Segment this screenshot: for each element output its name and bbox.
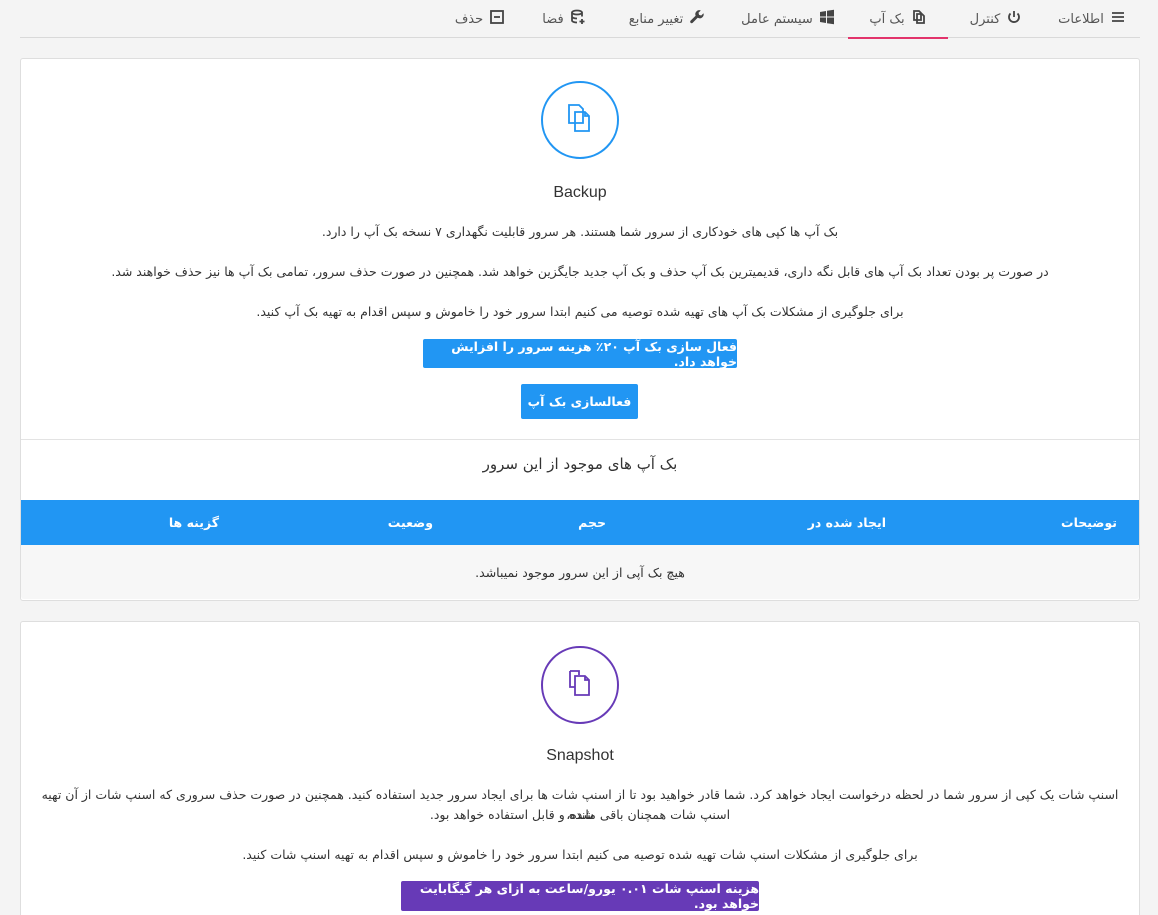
column-size: حجم xyxy=(578,515,606,530)
column-options: گزینه ها xyxy=(168,515,219,530)
power-icon xyxy=(1006,9,1022,29)
column-status: وضعیت xyxy=(387,515,433,530)
copy-icon xyxy=(563,666,597,704)
snapshot-title: Snapshot xyxy=(546,747,614,764)
tab-os[interactable]: سیستم عامل xyxy=(728,0,848,38)
wrench-icon xyxy=(689,9,705,29)
menu-icon xyxy=(1110,9,1126,29)
backup-description-3: برای جلوگیری از مشکلات بک آپ های تهیه شد… xyxy=(256,304,904,319)
backups-empty-text: هیچ بک آپی از این سرور موجود نمیباشد. xyxy=(475,564,685,580)
tab-label: تغییر منابع xyxy=(628,11,684,27)
divider xyxy=(21,439,1139,440)
backup-description-1: بک آپ ها کپی های خودکاری از سرور شما هست… xyxy=(321,224,839,239)
snapshot-cost-notice: هزینه اسنپ شات ۰.۰۱ یورو/ساعت به ازای هر… xyxy=(401,881,759,911)
backup-title: Backup xyxy=(553,184,607,201)
backups-list-title: بک آپ های موجود از این سرور xyxy=(482,455,678,473)
copy-icon xyxy=(563,101,597,139)
copy-icon xyxy=(911,9,927,29)
tab-storage[interactable]: فضا xyxy=(522,0,606,38)
snapshot-icon-circle xyxy=(541,646,619,724)
snapshot-description-1b: اسنپ شات همچنان باقی مانده و قابل استفاد… xyxy=(429,807,731,822)
tab-label: بک آپ xyxy=(869,11,905,27)
server-tabs: اطلاعات کنترل بک آپ سیستم عامل تغییر منا… xyxy=(20,0,1140,39)
column-created-at: ایجاد شده در xyxy=(807,515,886,530)
column-description: توضیحات xyxy=(1061,515,1117,530)
windows-icon xyxy=(819,9,835,29)
backup-icon-circle xyxy=(541,81,619,159)
tab-label: حذف xyxy=(454,11,484,27)
tab-label: فضا xyxy=(542,11,564,27)
tab-control[interactable]: کنترل xyxy=(948,0,1044,38)
tab-delete[interactable]: حذف xyxy=(438,0,522,38)
backups-empty-row: هیچ بک آپی از این سرور موجود نمیباشد. xyxy=(21,545,1139,599)
tab-label: کنترل xyxy=(969,11,1001,27)
snapshot-card: Snapshot اسنپ شات یک کپی از سرور شما در … xyxy=(20,621,1140,915)
backup-cost-notice: فعال سازی بک آپ ۲۰٪ هزینه سرور را افزایش… xyxy=(423,339,737,369)
snapshot-description-2: برای جلوگیری از مشکلات اسنپ شات تهیه شده… xyxy=(242,847,918,862)
database-icon xyxy=(570,9,586,29)
tab-resize[interactable]: تغییر منابع xyxy=(606,0,728,38)
backup-description-2: در صورت پر بودن تعداد بک آپ های قابل نگه… xyxy=(111,264,1049,279)
minus-box-icon xyxy=(489,9,505,29)
tab-backup[interactable]: بک آپ xyxy=(848,0,948,39)
tab-label: سیستم عامل xyxy=(741,11,813,27)
tab-label: اطلاعات xyxy=(1058,11,1104,27)
backup-card: Backup بک آپ ها کپی های خودکاری از سرور … xyxy=(20,58,1140,601)
tab-info[interactable]: اطلاعات xyxy=(1044,0,1140,38)
activate-backup-button[interactable]: فعالسازی بک آپ xyxy=(521,384,638,419)
backups-table-header: توضیحات ایجاد شده در حجم وضعیت گزینه ها xyxy=(21,500,1139,545)
